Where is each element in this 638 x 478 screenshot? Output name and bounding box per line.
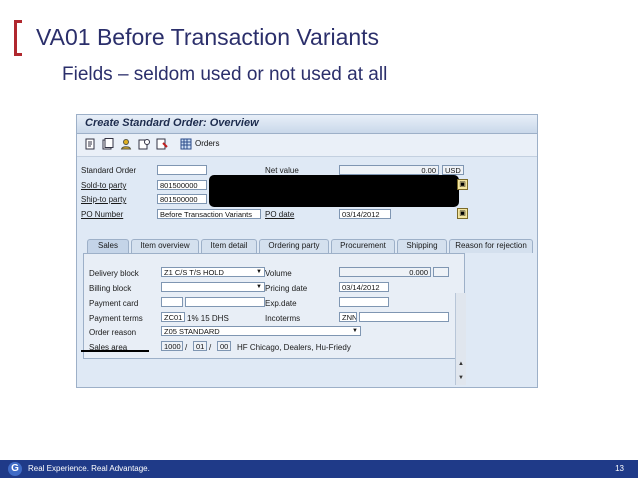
payment-terms-code-field[interactable]: ZC01	[161, 312, 185, 322]
orders-button-label[interactable]: Orders	[195, 139, 219, 148]
slide-title: VA01 Before Transaction Variants	[36, 24, 380, 50]
delivery-block-value: Z1 C/S T/S HOLD	[164, 268, 224, 277]
tab-sales[interactable]: Sales	[87, 239, 129, 253]
footer-tagline: Real Experience. Real Advantage.	[28, 464, 150, 473]
exp-date-label: Exp.date	[265, 299, 297, 308]
pricing-date-field[interactable]: 03/14/2012	[339, 282, 389, 292]
order-reason-value: Z05 STANDARD	[164, 327, 220, 336]
delivery-block-field[interactable]: Z1 C/S T/S HOLD ▼	[161, 267, 265, 277]
tab-shipping[interactable]: Shipping	[397, 239, 447, 253]
ship-to-label[interactable]: Ship-to party	[81, 195, 126, 204]
net-value-label: Net value	[265, 166, 299, 175]
company-logo-icon: G	[8, 462, 22, 476]
tab-item-overview[interactable]: Item overview	[131, 239, 199, 253]
page-number: 13	[615, 464, 624, 473]
po-number-field[interactable]: Before Transaction Variants	[157, 209, 261, 219]
redaction-box	[209, 175, 459, 207]
payment-card-number-field[interactable]	[185, 297, 265, 307]
po-date-field[interactable]: 03/14/2012	[339, 209, 391, 219]
sap-toolbar: Orders	[77, 134, 537, 157]
payment-terms-text: 1% 15 DHS	[187, 314, 229, 323]
billing-block-label: Billing block	[89, 284, 132, 293]
header-icon[interactable]	[101, 138, 114, 150]
flag-icon[interactable]	[155, 138, 168, 150]
volume-unit-field	[433, 267, 449, 277]
sold-to-label[interactable]: Sold-to party	[81, 181, 126, 190]
vertical-scrollbar[interactable]: ▲ ▼	[455, 293, 466, 385]
sold-to-search-icon[interactable]: ▣	[457, 179, 468, 190]
sap-title-bar: Create Standard Order: Overview	[77, 115, 537, 134]
payment-terms-label: Payment terms	[89, 314, 143, 323]
tab-reason-for-rejection[interactable]: Reason for rejection	[449, 239, 533, 253]
incoterms-label: Incoterms	[265, 314, 301, 323]
po-search-icon[interactable]: ▣	[457, 208, 468, 219]
partner-icon[interactable]	[119, 138, 132, 150]
tab-procurement[interactable]: Procurement	[331, 239, 395, 253]
tab-item-detail[interactable]: Item detail	[201, 239, 257, 253]
incoterms-code-field[interactable]: ZNN	[339, 312, 357, 322]
chevron-down-icon[interactable]: ▼	[256, 268, 262, 276]
delivery-block-label: Delivery block	[89, 269, 139, 278]
division-field: 00	[217, 341, 231, 351]
standard-order-label: Standard Order	[81, 166, 137, 175]
sales-area-separator: /	[209, 343, 212, 352]
footer-bar: G Real Experience. Real Advantage. 13	[0, 460, 638, 478]
po-number-label: PO Number	[81, 210, 124, 219]
po-date-label: PO date	[265, 210, 295, 219]
sold-to-field[interactable]: 801500000	[157, 180, 207, 190]
volume-label: Volume	[265, 269, 292, 278]
sales-org-field: 1000	[161, 341, 183, 351]
sales-area-highlight-line	[81, 350, 149, 352]
billing-block-field[interactable]: ▼	[161, 282, 265, 292]
display-doc-icon[interactable]	[83, 138, 96, 150]
order-reason-field[interactable]: Z05 STANDARD ▼	[161, 326, 361, 336]
order-reason-label: Order reason	[89, 328, 137, 337]
chevron-down-icon[interactable]: ▼	[352, 327, 358, 335]
tab-strip: Sales Item overview Item detail Ordering…	[87, 239, 533, 253]
scroll-down-icon[interactable]: ▼	[456, 373, 466, 383]
exp-date-field[interactable]	[339, 297, 389, 307]
volume-field: 0.000	[339, 267, 431, 277]
dist-channel-field: 01	[193, 341, 207, 351]
chevron-down-icon[interactable]: ▼	[256, 283, 262, 291]
title-bracket	[14, 20, 22, 56]
pricing-date-label: Pricing date	[265, 284, 308, 293]
slide-subtitle: Fields – seldom used or not used at all	[62, 64, 388, 85]
net-value-field: 0.00	[339, 165, 439, 175]
ship-to-field[interactable]: 801500000	[157, 194, 207, 204]
currency-field: USD	[442, 165, 464, 175]
item-icon[interactable]	[137, 138, 150, 150]
payment-card-label: Payment card	[89, 299, 139, 308]
incoterms-text-field[interactable]	[359, 312, 449, 322]
sales-area-text: HF Chicago, Dealers, Hu-Friedy	[237, 343, 351, 352]
sap-window: Create Standard Order: Overview Orders S…	[76, 114, 538, 388]
window-title: Create Standard Order: Overview	[85, 117, 259, 129]
tab-ordering-party[interactable]: Ordering party	[259, 239, 329, 253]
scroll-up-icon[interactable]: ▲	[456, 359, 466, 369]
sales-area-separator: /	[185, 343, 188, 352]
payment-card-type-field[interactable]	[161, 297, 183, 307]
orders-icon[interactable]	[179, 138, 192, 150]
standard-order-field[interactable]	[157, 165, 207, 175]
